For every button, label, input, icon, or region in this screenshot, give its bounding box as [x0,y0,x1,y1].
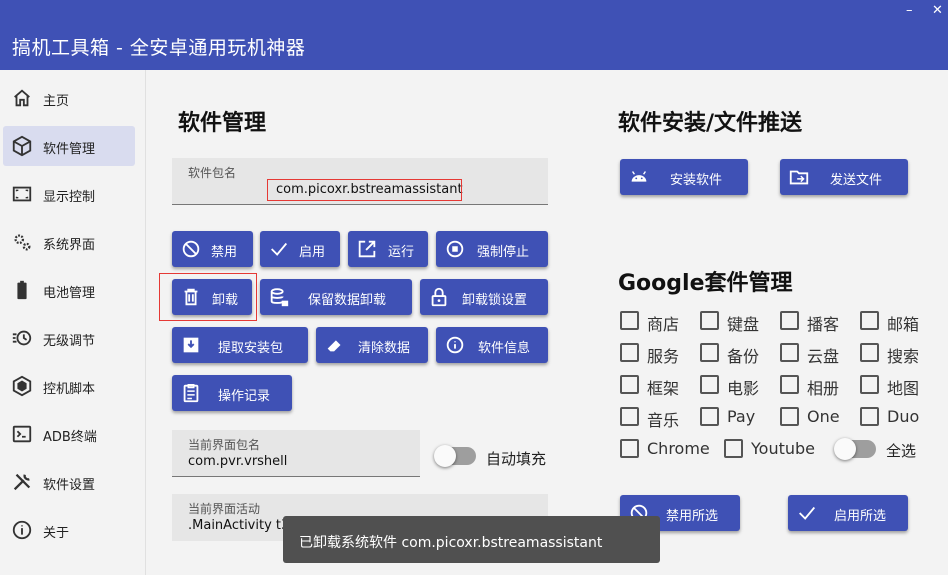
enable-selected-button[interactable]: 启用所选 [788,495,908,531]
force-stop-button[interactable]: 强制停止 [436,231,548,267]
info-icon [12,520,32,540]
current-package-field[interactable]: 当前界面包名 com.pvr.vrshell [172,430,420,477]
push-file-button[interactable]: 发送文件 [780,159,908,195]
database-lock-icon [270,288,289,307]
stop-icon [446,240,464,258]
gears-icon [14,234,31,251]
sidebar-item-system-ui[interactable]: 系统界面 [3,222,135,262]
sidebar-item-stepless[interactable]: 无级调节 [3,318,135,358]
title-bar: 搞机工具箱 - 全安卓通用玩机神器 – ✕ [0,0,948,70]
sidebar-item-label: 软件设置 [43,478,96,493]
install-push-heading: 软件安装/文件推送 [618,111,803,136]
sidebar-item-label: 显示控制 [43,190,96,205]
home-icon [14,89,30,107]
window-title: 搞机工具箱 - 全安卓通用玩机神器 [12,37,306,59]
download-box-icon [183,337,199,353]
auto-fill-toggle[interactable] [434,445,476,467]
hexagon-icon [12,375,32,397]
uninstall-highlight-box [159,273,257,321]
run-button[interactable]: 运行 [348,231,428,267]
sidebar-item-home[interactable]: 主页 [3,78,135,118]
sidebar-item-battery[interactable]: 电池管理 [3,270,135,310]
google-heading: Google套件管理 [618,271,793,296]
toast-message: 已卸载系统软件 com.picoxr.bstreamassistant [299,535,603,551]
sidebar: 主页 软件管理 显示控制 系统界面 电池管理 无级调节 控机脚本 ADB终端 软… [0,70,146,575]
sidebar-item-display[interactable]: 显示控制 [3,174,135,214]
current-package-label: 当前界面包名 [188,438,261,452]
toggle-knob [434,445,456,467]
app-manage-heading: 软件管理 [178,111,267,136]
current-activity-label: 当前界面活动 [188,502,261,516]
sidebar-item-label: 电池管理 [43,286,96,301]
clipboard-icon [183,384,199,403]
keep-data-uninstall-button[interactable]: 保留数据卸载 [260,279,412,315]
auto-fill-label: 自动填充 [486,450,547,468]
package-highlight-box [267,179,462,201]
sidebar-item-label: 软件管理 [43,142,96,157]
select-all-label: 全选 [886,442,917,460]
app-info-button[interactable]: 软件信息 [436,327,548,363]
sidebar-item-label: 关于 [43,526,70,541]
clear-data-button[interactable]: 清除数据 [316,327,428,363]
sidebar-item-adb-terminal[interactable]: ADB终端 [3,414,135,454]
timer-icon [12,330,32,346]
check-icon [799,506,816,520]
extract-apk-button[interactable]: 提取安装包 [172,327,308,363]
uninstall-lock-button[interactable]: 卸载锁设置 [420,279,548,315]
sidebar-item-label: 控机脚本 [43,382,96,397]
install-app-button[interactable]: 安装软件 [620,159,748,195]
sidebar-item-label: 无级调节 [43,334,96,349]
battery-icon [17,280,27,300]
minimize-button[interactable]: – [906,3,913,18]
op-log-button[interactable]: 操作记录 [172,375,292,411]
close-button[interactable]: ✕ [932,3,943,18]
toggle-knob [834,438,856,460]
info-icon [446,336,464,354]
sidebar-item-about[interactable]: 关于 [3,510,135,550]
eraser-icon [327,340,341,352]
check-icon [271,242,288,256]
enable-button[interactable]: 启用 [260,231,340,267]
sidebar-item-label: ADB终端 [43,430,97,445]
android-icon [631,171,647,182]
current-package-value: com.pvr.vrshell [188,454,288,469]
screen-icon [12,186,32,202]
disable-button[interactable]: 禁用 [172,231,253,267]
sidebar-item-script[interactable]: 控机脚本 [3,366,135,406]
sidebar-item-label: 系统界面 [43,238,96,253]
folder-send-icon [789,170,809,185]
package-icon [12,135,32,157]
lock-icon [431,287,447,307]
select-all-toggle[interactable] [834,438,876,460]
package-name-label: 软件包名 [188,166,237,180]
sidebar-item-label: 主页 [43,94,70,109]
sidebar-item-app-manage[interactable]: 软件管理 [3,126,135,166]
toast-notification: 已卸载系统软件 com.picoxr.bstreamassistant [283,516,660,563]
sidebar-item-settings[interactable]: 软件设置 [3,462,135,502]
tools-icon [13,473,31,491]
terminal-icon [12,425,32,443]
open-external-icon [358,240,376,258]
current-activity-value: .MainActivity t3 [188,518,290,533]
block-icon [182,240,200,258]
